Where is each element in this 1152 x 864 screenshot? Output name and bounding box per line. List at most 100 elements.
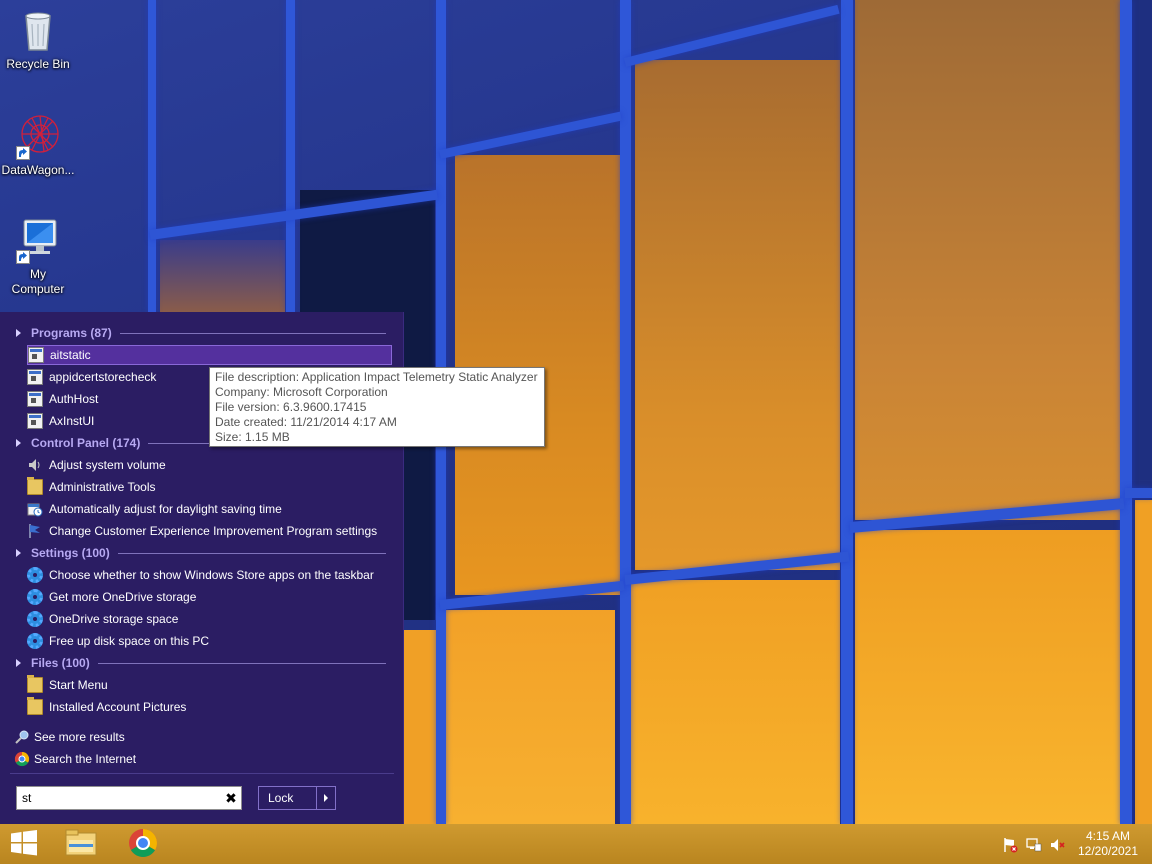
section-divider — [119, 332, 386, 334]
menu-item-label: Change Customer Experience Improvement P… — [49, 524, 378, 538]
taskbar — [0, 824, 1152, 864]
expand-triangle-icon — [16, 549, 21, 557]
app-icon — [28, 347, 44, 363]
menu-item-account-pictures[interactable]: Installed Account Pictures — [27, 697, 392, 717]
menu-item-administrative-tools[interactable]: Administrative Tools — [27, 477, 392, 497]
expand-triangle-icon — [16, 329, 21, 337]
shortcut-arrow-icon — [16, 250, 30, 264]
power-options-arrow-button[interactable] — [316, 786, 336, 810]
speaker-icon — [27, 457, 43, 473]
menu-item-label: Automatically adjust for daylight saving… — [49, 502, 282, 516]
menu-item-label: AuthHost — [49, 392, 99, 406]
chrome-icon — [128, 828, 158, 861]
section-title: Programs (87) — [31, 326, 112, 340]
tooltip-company: Company: Microsoft Corporation — [215, 385, 388, 399]
section-header-settings[interactable]: Settings (100) — [16, 544, 386, 562]
clock-date: 12/20/2021 — [1077, 844, 1139, 858]
start-search-input[interactable] — [16, 786, 242, 810]
start-button[interactable] — [0, 824, 48, 864]
wallpaper-frame — [620, 0, 631, 824]
wallpaper-frame — [1120, 0, 1132, 824]
desktop-icon-label: DataWagon... — [1, 163, 75, 177]
desktop-icon-datawagon[interactable]: DataWagon... — [0, 112, 76, 178]
tooltip-version: File version: 6.3.9600.17415 — [215, 400, 367, 414]
section-title: Control Panel (174) — [31, 436, 141, 450]
taskbar-clock[interactable]: 4:15 AM 12/20/2021 — [1070, 829, 1146, 859]
gear-icon — [27, 567, 43, 583]
see-more-results-link[interactable]: See more results — [14, 728, 125, 746]
volume-muted-icon[interactable] — [1050, 837, 1066, 853]
section-divider — [117, 552, 386, 554]
network-icon[interactable] — [1026, 837, 1042, 853]
menu-item-aitstatic[interactable]: aitstatic — [27, 345, 392, 365]
expand-triangle-icon — [16, 439, 21, 447]
start-menu-divider — [10, 773, 394, 774]
desktop-icon-label: My Computer — [11, 267, 65, 296]
menu-item-onedrive-storage-space[interactable]: OneDrive storage space — [27, 609, 392, 629]
see-more-results-label: See more results — [34, 730, 125, 744]
section-header-programs[interactable]: Programs (87) — [16, 324, 386, 342]
wallpaper-pane — [1135, 500, 1152, 824]
wallpaper-pane — [160, 240, 285, 312]
menu-item-ceip-settings[interactable]: Change Customer Experience Improvement P… — [27, 521, 392, 541]
shortcut-arrow-icon — [16, 146, 30, 160]
desktop-icon-my-computer[interactable]: My Computer — [0, 216, 76, 297]
search-internet-label: Search the Internet — [34, 752, 137, 766]
menu-item-label: Administrative Tools — [49, 480, 156, 494]
section-header-files[interactable]: Files (100) — [16, 654, 386, 672]
menu-item-store-apps-taskbar[interactable]: Choose whether to show Windows Store app… — [27, 565, 392, 585]
menu-item-daylight-saving[interactable]: Automatically adjust for daylight saving… — [27, 499, 392, 519]
menu-item-adjust-volume[interactable]: Adjust system volume — [27, 455, 392, 475]
wallpaper-frame — [286, 0, 295, 312]
app-icon — [27, 391, 43, 407]
wallpaper-pane — [855, 530, 1120, 824]
section-title: Settings (100) — [31, 546, 110, 560]
menu-item-label: appidcertstorecheck — [49, 370, 157, 384]
wallpaper-frame — [1125, 488, 1152, 498]
my-computer-icon — [14, 216, 62, 264]
menu-item-label: AxInstUI — [49, 414, 95, 428]
menu-item-label: Installed Account Pictures — [49, 700, 187, 714]
app-icon — [27, 413, 43, 429]
folder-icon — [27, 675, 43, 693]
chevron-right-icon — [324, 794, 328, 802]
desktop-icon-recycle-bin[interactable]: Recycle Bin — [0, 6, 76, 72]
recycle-bin-icon — [14, 6, 62, 54]
file-explorer-icon — [65, 829, 97, 860]
app-icon — [27, 369, 43, 385]
tooltip-size: Size: 1.15 MB — [215, 430, 290, 444]
menu-item-free-disk-space[interactable]: Free up disk space on this PC — [27, 631, 392, 651]
menu-item-label: Start Menu — [49, 678, 108, 692]
wallpaper-pane — [635, 60, 840, 570]
menu-item-start-menu-folder[interactable]: Start Menu — [27, 675, 392, 695]
tooltip-date-created: Date created: 11/21/2014 4:17 AM — [215, 415, 397, 429]
folder-icon — [27, 477, 43, 495]
taskbar-file-explorer-button[interactable] — [57, 824, 105, 864]
action-center-flag-icon[interactable] — [1002, 837, 1018, 853]
menu-item-label: aitstatic — [50, 348, 91, 362]
chrome-icon — [14, 751, 30, 767]
gear-icon — [27, 633, 43, 649]
menu-item-label: OneDrive storage space — [49, 612, 179, 626]
section-title: Files (100) — [31, 656, 90, 670]
section-divider — [97, 662, 386, 664]
wallpaper-pane — [630, 580, 840, 824]
wallpaper-frame — [623, 4, 840, 67]
tooltip-description: File description: Application Impact Tel… — [215, 370, 538, 384]
clear-search-icon[interactable]: ✖ — [222, 789, 240, 807]
gear-icon — [27, 611, 43, 627]
search-icon — [14, 729, 30, 745]
wallpaper-pane — [445, 610, 615, 824]
clock-calendar-icon — [27, 501, 43, 517]
desktop-icon-label: Recycle Bin — [6, 57, 70, 71]
datawagon-icon — [14, 112, 62, 160]
menu-item-label: Choose whether to show Windows Store app… — [49, 568, 374, 582]
wallpaper-pane — [855, 0, 1120, 520]
wallpaper-pane — [403, 630, 439, 824]
folder-icon — [27, 697, 43, 715]
taskbar-chrome-button[interactable] — [119, 824, 167, 864]
search-internet-link[interactable]: Search the Internet — [14, 750, 136, 768]
wallpaper-frame — [841, 0, 853, 824]
lock-button[interactable]: Lock — [258, 786, 318, 810]
menu-item-onedrive-more-storage[interactable]: Get more OneDrive storage — [27, 587, 392, 607]
